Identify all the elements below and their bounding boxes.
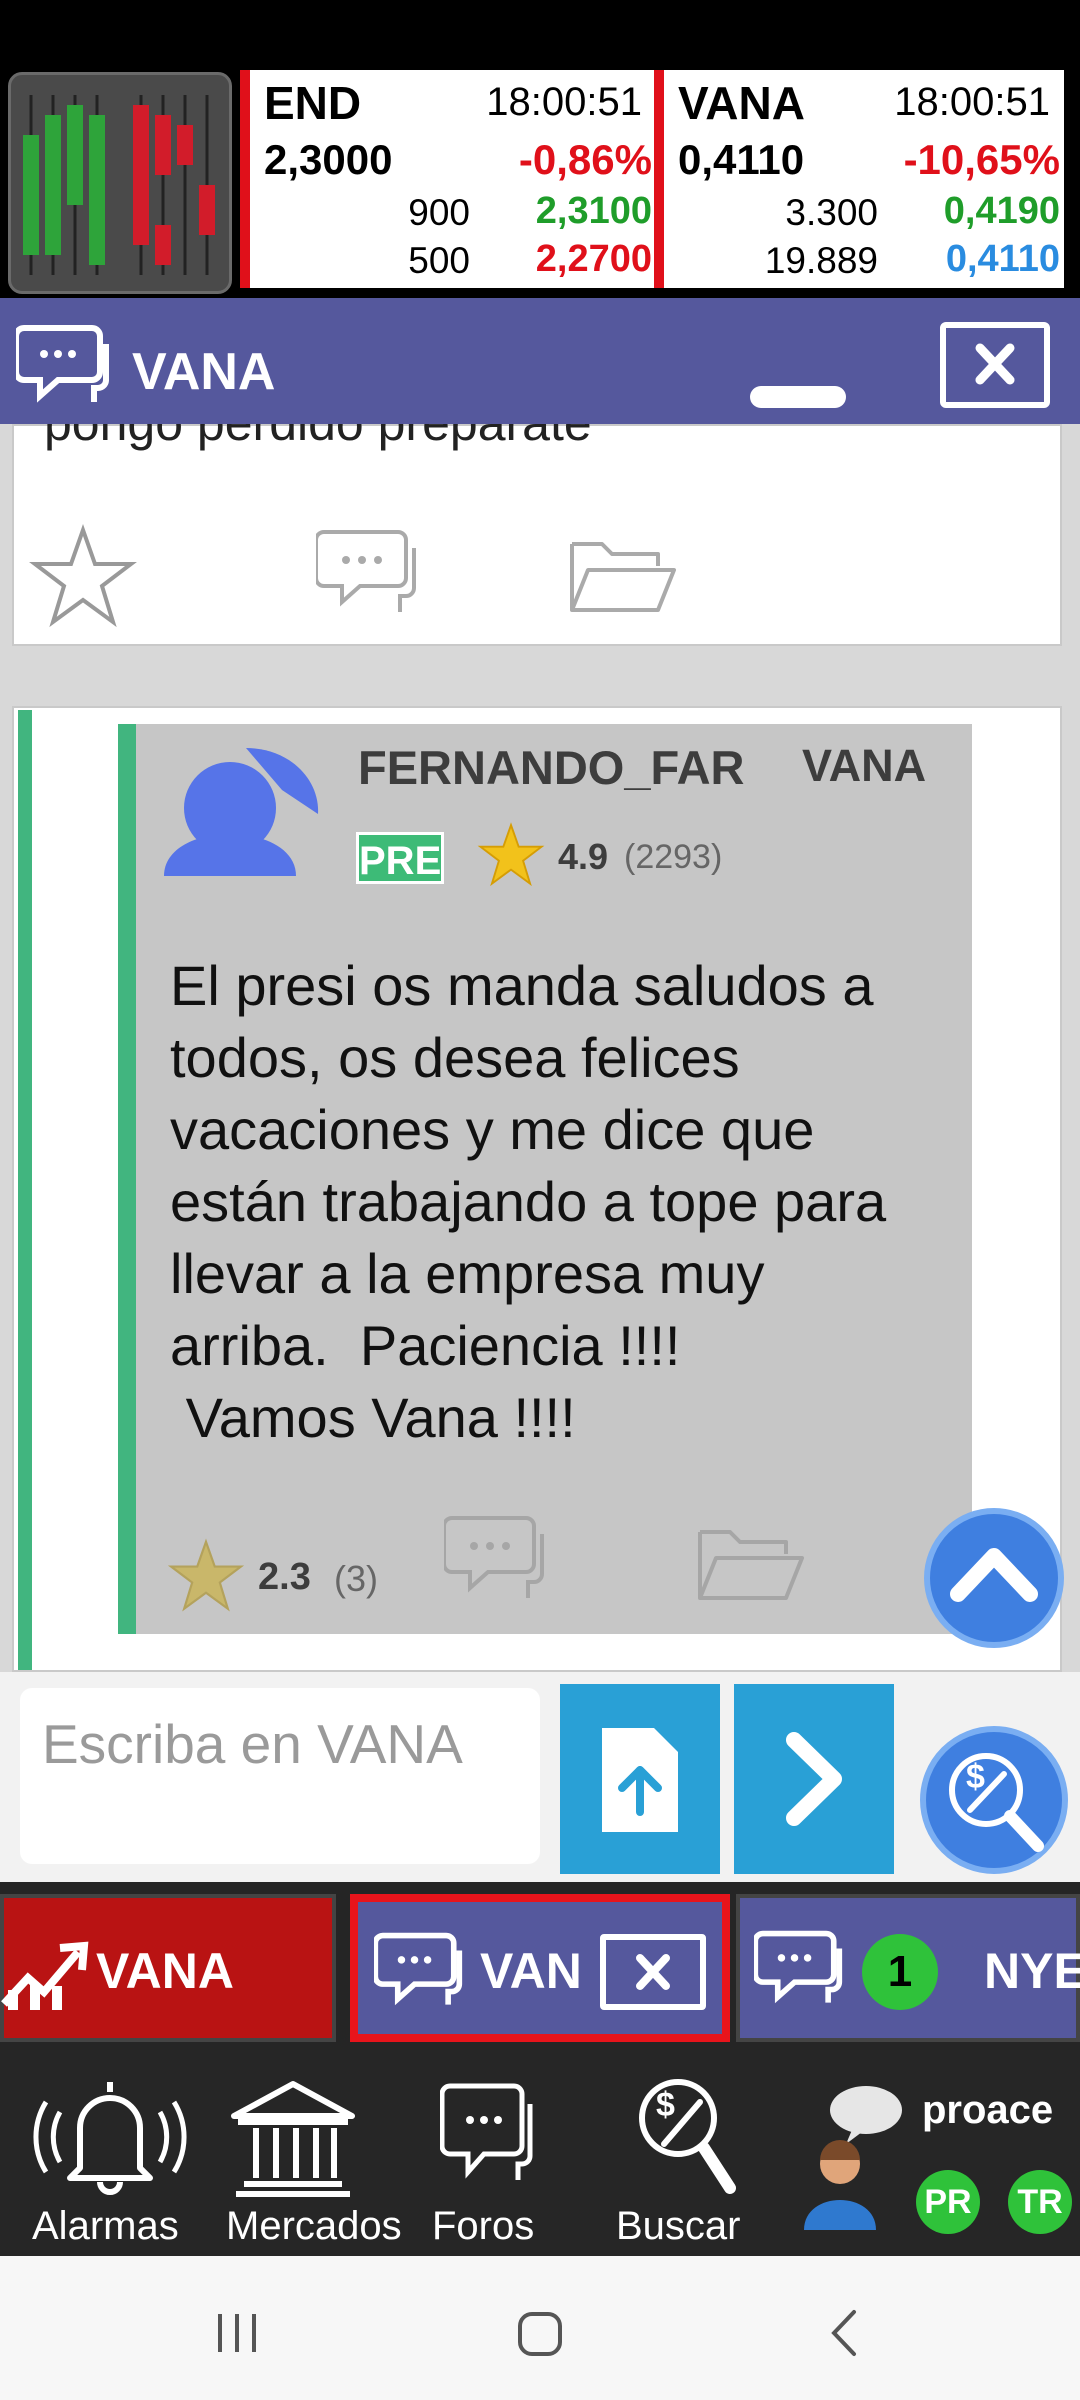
search-dollar-icon: $ xyxy=(949,1753,1044,1852)
ticker-time: 18:00:51 xyxy=(486,80,642,124)
bank-icon xyxy=(231,2081,355,2197)
scroll-to-top-button[interactable] xyxy=(924,1508,1064,1648)
ticker-change: -0,86% xyxy=(518,136,652,183)
ticker-ask-volume: 19.889 xyxy=(764,240,878,281)
chevron-right-icon xyxy=(786,1732,842,1826)
minimize-button[interactable] xyxy=(750,386,846,408)
badge-tr: TR xyxy=(1008,2170,1072,2234)
close-icon xyxy=(975,343,1015,385)
comment-icon[interactable] xyxy=(314,526,428,626)
tab-label: VANA xyxy=(96,1943,234,1999)
app-logo[interactable] xyxy=(8,72,232,294)
star-icon[interactable] xyxy=(28,522,138,632)
search-quote-button[interactable]: $ xyxy=(920,1726,1068,1874)
quote-accent-bar xyxy=(118,724,136,1634)
comment-icon[interactable] xyxy=(442,1512,556,1612)
bell-icon xyxy=(33,2082,187,2195)
chat-icon xyxy=(13,322,116,412)
nav-username[interactable]: proace xyxy=(922,2088,1053,2133)
recent-apps-icon[interactable] xyxy=(212,2310,262,2356)
star-icon xyxy=(476,820,546,890)
tab-forum-nye[interactable]: 1 NYE xyxy=(736,1894,1080,2042)
close-button[interactable] xyxy=(940,322,1050,408)
post-body: El presi os manda saludos a todos, os de… xyxy=(170,954,887,1449)
user-rating: 4.9 xyxy=(558,836,609,877)
badge-pr: PR xyxy=(916,2170,980,2234)
attach-file-button[interactable] xyxy=(560,1684,720,1874)
tab-quote-vana[interactable]: VANA xyxy=(0,1894,336,2042)
folder-icon[interactable] xyxy=(694,1520,806,1610)
chat-icon xyxy=(439,2083,533,2180)
nav-label-mercados[interactable]: Mercados xyxy=(226,2204,402,2249)
search-dollar-icon: $ xyxy=(639,2079,736,2194)
svg-text:$: $ xyxy=(656,2086,675,2124)
nav-buscar[interactable]: $ xyxy=(630,2070,740,2200)
ticker-change: -10,65% xyxy=(903,136,1060,183)
chat-icon xyxy=(754,1930,843,2004)
post-accent-bar xyxy=(18,710,32,1670)
ticker-bid-volume: 3.300 xyxy=(785,192,878,233)
ticker-price: 0,4110 xyxy=(678,136,805,183)
ticker-bid: 2,3100 xyxy=(535,190,652,232)
tab-label: VAN xyxy=(480,1943,582,1999)
ticker-card-end[interactable]: END 18:00:51 2,3000 -0,86% 900 2,3100 50… xyxy=(240,70,656,288)
chat-icon xyxy=(374,1932,463,2006)
ticker-bid-volume: 900 xyxy=(408,192,470,233)
nav-label-alarmas[interactable]: Alarmas xyxy=(32,2204,179,2249)
tab-label: NYE xyxy=(984,1943,1080,1999)
ticker-card-vana[interactable]: VANA 18:00:51 0,4110 -10,65% 3.300 0,419… xyxy=(654,70,1064,288)
message-input[interactable]: Escriba en VANA xyxy=(20,1688,540,1864)
svg-text:$: $ xyxy=(966,1758,985,1796)
chevron-up-icon xyxy=(950,1548,1038,1602)
post-ticker[interactable]: VANA xyxy=(802,740,926,792)
ticker-price: 2,3000 xyxy=(264,136,393,183)
post-username[interactable]: FERNANDO_FAR xyxy=(358,740,744,795)
unread-badge: 1 xyxy=(862,1934,938,2010)
nav-label-foros[interactable]: Foros xyxy=(432,2204,534,2249)
upload-file-icon xyxy=(602,1728,678,1832)
post-rating: 2.3 xyxy=(258,1556,311,1598)
post-rating-count: (3) xyxy=(334,1558,378,1599)
home-icon[interactable] xyxy=(516,2310,566,2358)
ticker-time: 18:00:51 xyxy=(894,80,1050,124)
send-button[interactable] xyxy=(734,1684,894,1874)
nav-foros[interactable] xyxy=(439,2076,540,2194)
close-icon xyxy=(636,1954,670,1990)
ticker-ask: 0,4110 xyxy=(945,238,1060,280)
header-title: VANA xyxy=(132,343,276,401)
avatar[interactable] xyxy=(160,740,330,916)
user-rating-count: (2293) xyxy=(624,838,723,876)
user-avatar-icon[interactable] xyxy=(796,2080,906,2230)
previous-post-card xyxy=(12,424,1062,646)
tab-forum-vana[interactable]: VAN xyxy=(350,1894,730,2042)
tab-close-button[interactable] xyxy=(600,1934,706,2010)
nav-mercados[interactable] xyxy=(226,2076,360,2198)
ticker-bid: 0,4190 xyxy=(943,190,1060,232)
premium-badge: PRE xyxy=(356,832,444,884)
chart-up-icon xyxy=(1,1941,89,2010)
back-icon[interactable] xyxy=(824,2306,864,2360)
nav-alarmas[interactable] xyxy=(30,2072,190,2198)
star-icon[interactable] xyxy=(166,1536,246,1616)
ticker-ask: 2,2700 xyxy=(535,238,652,280)
folder-icon[interactable] xyxy=(566,532,678,622)
ticker-ask-volume: 500 xyxy=(408,240,470,281)
nav-label-buscar[interactable]: Buscar xyxy=(616,2204,741,2249)
